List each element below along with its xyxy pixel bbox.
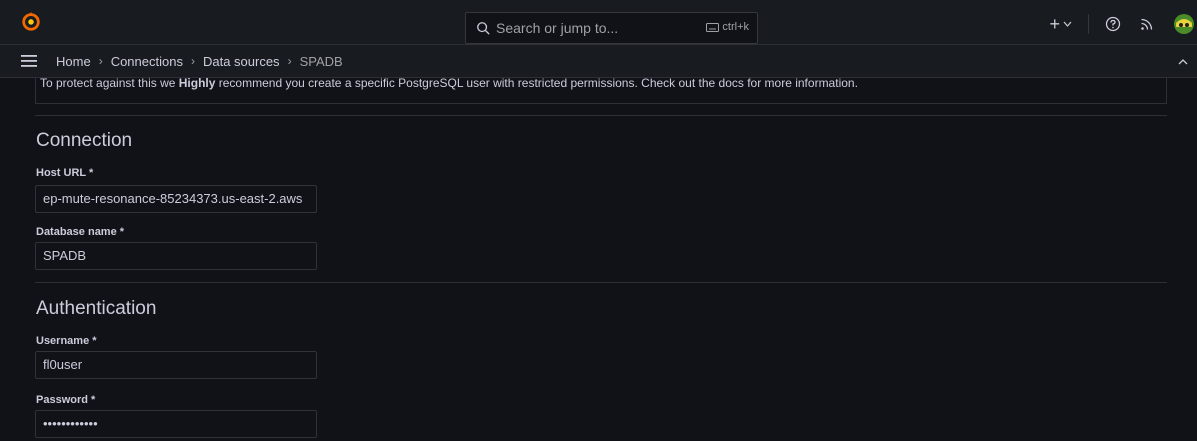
chevron-right-icon: › [190, 54, 195, 68]
breadcrumb-bar: Home › Connections › Data sources › SPAD… [0, 45, 1197, 78]
database-name-label: Database name * [36, 226, 125, 238]
shortcut-hint: ctrl+k [706, 21, 749, 33]
host-url-label: Host URL * [36, 167, 94, 179]
main-content: To protect against this we Highly recomm… [0, 78, 1197, 441]
news-rss-icon[interactable] [1139, 16, 1155, 32]
notice-bold: Highly [178, 78, 216, 90]
password-label: Password * [36, 394, 96, 406]
host-url-input[interactable]: ep-mute-resonance-85234373.us-east-2.aws [35, 185, 317, 213]
keyboard-icon [706, 22, 720, 32]
chevron-right-icon: › [98, 54, 103, 68]
breadcrumb-connections[interactable]: Connections [111, 54, 183, 69]
username-label: Username * [36, 335, 97, 347]
database-name-input[interactable]: SPADB [35, 242, 317, 270]
topbar-divider [1088, 14, 1089, 34]
chevron-right-icon: › [287, 54, 292, 68]
top-navbar: Search or jump to... ctrl+k + [0, 0, 1197, 45]
breadcrumb-home[interactable]: Home [56, 54, 91, 69]
section-divider [35, 115, 1167, 116]
breadcrumb-data-sources[interactable]: Data sources [203, 54, 280, 69]
security-notice: To protect against this we Highly recomm… [35, 78, 1167, 104]
help-icon[interactable] [1105, 16, 1121, 32]
plus-icon[interactable]: + [1049, 14, 1060, 35]
search-placeholder: Search or jump to... [496, 20, 619, 36]
chevron-up-icon[interactable] [1177, 56, 1189, 68]
grafana-logo-icon[interactable] [20, 10, 42, 32]
section-divider [35, 282, 1167, 283]
breadcrumb-current: SPADB [299, 53, 343, 69]
search-bar[interactable]: Search or jump to... ctrl+k [465, 12, 758, 44]
topbar-actions: + [1049, 12, 1197, 36]
breadcrumb: Home › Connections › Data sources › SPAD… [56, 54, 343, 69]
notice-text-after: recommend you create a specific PostgreS… [215, 78, 858, 90]
username-input[interactable]: fl0user [35, 351, 317, 379]
hamburger-menu-icon[interactable] [21, 54, 37, 68]
user-avatar[interactable] [1173, 13, 1195, 35]
chevron-down-icon[interactable] [1063, 21, 1072, 27]
password-input[interactable]: •••••••••••• [35, 410, 317, 438]
authentication-heading: Authentication [36, 298, 157, 319]
shortcut-text: ctrl+k [722, 21, 749, 33]
connection-heading: Connection [36, 130, 133, 151]
search-icon [477, 22, 490, 35]
notice-text-before: To protect against this we [40, 78, 179, 90]
